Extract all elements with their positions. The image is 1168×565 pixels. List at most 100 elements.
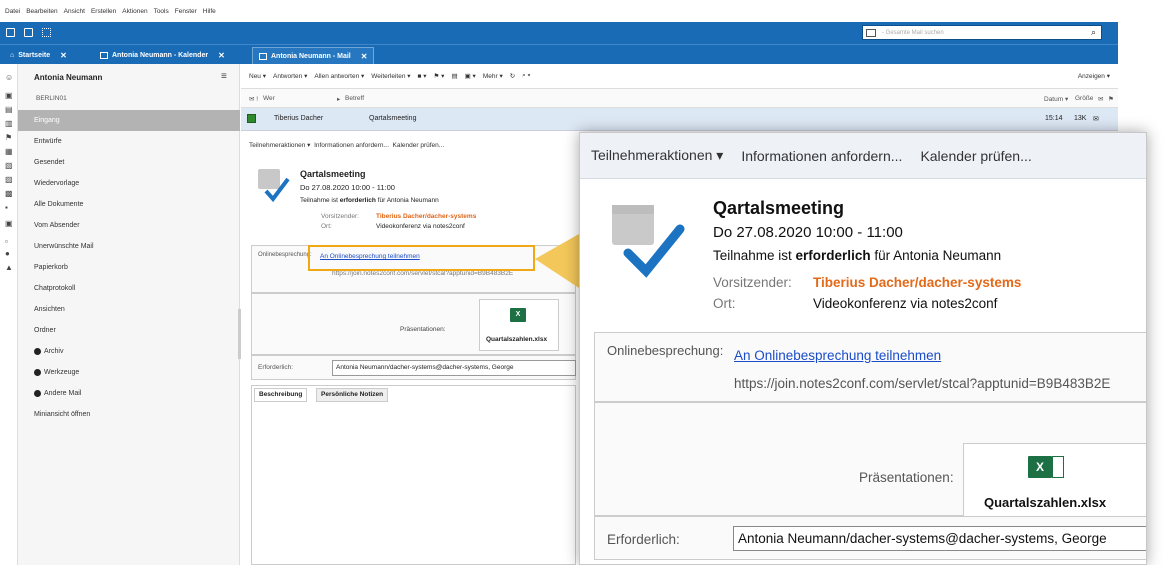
sort-icon: ▸ xyxy=(337,96,341,103)
check-calendar-button[interactable]: Kalender prüfen... xyxy=(920,148,1031,164)
callout-actions: Teilnehmeraktionen ▾ Informationen anfor… xyxy=(580,133,1146,179)
trash-icon[interactable]: ▤ xyxy=(451,72,457,80)
sidebar-item-gesendet[interactable]: Gesendet xyxy=(18,152,240,173)
mail-size: 13K xyxy=(1074,115,1087,122)
sidebar-item-ansichten[interactable]: Ansichten xyxy=(18,299,240,320)
user-icon[interactable]: ☺ xyxy=(5,74,13,82)
mail-icon[interactable] xyxy=(6,28,15,37)
sidebar-item-label: Werkzeuge xyxy=(44,369,80,376)
chair-value: Tiberius Dacher/dacher-systems xyxy=(376,213,477,220)
menu-erstellen[interactable]: Erstellen xyxy=(91,8,116,15)
refresh-icon[interactable]: ↻ xyxy=(510,72,515,80)
view-button[interactable]: Anzeigen ▾ xyxy=(1078,72,1110,80)
column-datum[interactable]: Datum ▾ xyxy=(1044,95,1068,103)
attachment-file[interactable]: X Quartalszahlen.xlsx xyxy=(479,299,559,351)
menu-datei[interactable]: Datei xyxy=(5,8,20,15)
sidebar-item-label: Unerwünschte Mail xyxy=(34,243,94,250)
tab-kalender[interactable]: Antonia Neumann - Kalender ✕ xyxy=(94,47,231,64)
menu-fenster[interactable]: Fenster xyxy=(175,8,197,15)
participant-actions-button[interactable]: Teilnehmeraktionen ▾ xyxy=(249,142,310,149)
chat-icon[interactable]: ▪ xyxy=(5,204,13,212)
reply-button[interactable]: Antworten ▾ xyxy=(273,72,307,80)
close-icon[interactable]: ✕ xyxy=(60,51,67,60)
sidebar-item-wiedervorlage[interactable]: Wiedervorlage xyxy=(18,173,240,194)
sidebar-item-werkzeuge[interactable]: Werkzeuge xyxy=(18,362,240,383)
sidebar-item-label: Miniansicht öffnen xyxy=(34,411,91,418)
required-field[interactable]: Antonia Neumann/dacher-systems@dacher-sy… xyxy=(332,360,576,376)
reply-all-button[interactable]: Allen antworten ▾ xyxy=(314,72,364,80)
preview-actions: Teilnehmeraktionen ▾ Informationen anfor… xyxy=(249,141,444,149)
sidebar-item-ordner[interactable]: Ordner xyxy=(18,320,240,341)
chair-label: Vorsitzender: xyxy=(321,213,359,220)
trash-icon[interactable]: ▩ xyxy=(5,190,13,198)
tab-startseite[interactable]: ⌂ Startseite ✕ xyxy=(4,47,73,64)
close-icon[interactable]: ✕ xyxy=(361,52,368,61)
menu-icon[interactable]: ≡ xyxy=(221,71,227,82)
views-icon[interactable]: ▣ xyxy=(5,220,13,228)
junk-icon[interactable]: ▨ xyxy=(5,176,13,184)
sidebar-item-label: Chatprotokoll xyxy=(34,285,76,292)
place-label: Ort: xyxy=(321,223,332,230)
mail-toolbar: Neu ▾ Antworten ▾ Allen antworten ▾ Weit… xyxy=(241,64,1118,88)
apps-grid-icon[interactable] xyxy=(42,28,51,37)
more-button[interactable]: Mehr ▾ xyxy=(483,72,503,80)
search-box[interactable]: - Gesamte Mail suchen ⌕ xyxy=(862,25,1102,40)
flag-icon[interactable]: ⚑ ▾ xyxy=(434,72,445,80)
search-icon[interactable]: ⌕ xyxy=(1091,27,1096,38)
unread-col-icon[interactable]: ✉ ! xyxy=(249,95,258,103)
archive-icon[interactable]: ● xyxy=(5,250,13,258)
sidebar-item-label: Eingang xyxy=(34,117,60,124)
menu-ansicht[interactable]: Ansicht xyxy=(64,8,85,15)
home-icon: ⌂ xyxy=(10,52,15,59)
menu-tools[interactable]: Tools xyxy=(154,8,169,15)
sidebar-item-unerwuenscht[interactable]: Unerwünschte Mail xyxy=(18,236,240,257)
sidebar-item-vom-absender[interactable]: Vom Absender xyxy=(18,215,240,236)
calendar-icon[interactable]: ▣ ▾ xyxy=(465,72,476,80)
sidebar-item-eingang[interactable]: Eingang xyxy=(18,110,240,131)
sent-icon[interactable]: ▥ xyxy=(5,120,13,128)
top-toolbar: - Gesamte Mail suchen ⌕ xyxy=(0,22,1118,44)
folder-move-icon[interactable]: ■ ▾ xyxy=(418,72,427,80)
menu-bearbeiten[interactable]: Bearbeiten xyxy=(26,8,57,15)
column-groesse[interactable]: Größe xyxy=(1075,95,1093,102)
tab-beschreibung[interactable]: Beschreibung xyxy=(254,388,308,402)
sidebar-item-alle-dokumente[interactable]: Alle Dokumente xyxy=(18,194,240,215)
followup-icon[interactable]: ⚑ xyxy=(5,134,13,142)
request-info-button[interactable]: Informationen anfordern... xyxy=(314,142,389,149)
sender-icon[interactable]: ▧ xyxy=(5,162,13,170)
join-online-link[interactable]: An Onlinebesprechung teilnehmen xyxy=(734,348,941,363)
sidebar-item-miniansicht[interactable]: Miniansicht öffnen xyxy=(18,404,240,425)
table-row[interactable]: Tiberius Dacher Qartalsmeeting 15:14 13K… xyxy=(241,108,1118,131)
column-betreff[interactable]: Betreff xyxy=(345,95,364,102)
menu-hilfe[interactable]: Hilfe xyxy=(203,8,216,15)
search-scope-icon[interactable] xyxy=(866,28,876,37)
attachment-file[interactable]: X Quartalszahlen.xlsx xyxy=(963,443,1146,517)
participant-actions-button[interactable]: Teilnehmeraktionen ▾ xyxy=(591,147,723,164)
mail-from: Tiberius Dacher xyxy=(274,115,324,122)
close-icon[interactable]: ✕ xyxy=(218,51,225,60)
request-info-button[interactable]: Informationen anfordern... xyxy=(741,148,902,164)
folder-icon[interactable]: ▫ xyxy=(5,238,13,246)
required-field[interactable]: Antonia Neumann/dacher-systems@dacher-sy… xyxy=(733,526,1146,551)
sidebar-item-papierkorb[interactable]: Papierkorb xyxy=(18,257,240,278)
check-calendar-button[interactable]: Kalender prüfen... xyxy=(393,142,445,149)
tools-icon[interactable]: ▲ xyxy=(5,264,13,272)
inbox-icon[interactable]: ▣ xyxy=(5,92,13,100)
sidebar-item-archiv[interactable]: Archiv xyxy=(18,341,240,362)
search-icon[interactable]: ⌕ ▾ xyxy=(522,72,530,80)
tab-notizen[interactable]: Persönliche Notizen xyxy=(316,388,389,402)
all-docs-icon[interactable]: ▦ xyxy=(5,148,13,156)
sidebar-item-andere-mail[interactable]: Andere Mail xyxy=(18,383,240,404)
column-wer[interactable]: Wer xyxy=(263,95,275,102)
drafts-icon[interactable]: ▤ xyxy=(5,106,13,114)
calendar-icon[interactable] xyxy=(24,28,33,37)
new-button[interactable]: Neu ▾ xyxy=(249,72,266,80)
place-value: Videokonferenz via notes2conf xyxy=(813,296,998,311)
sidebar-item-chatprotokoll[interactable]: Chatprotokoll xyxy=(18,278,240,299)
tab-mail[interactable]: Antonia Neumann - Mail ✕ xyxy=(252,47,375,64)
sidebar-item-entwuerfe[interactable]: Entwürfe xyxy=(18,131,240,152)
forward-button[interactable]: Weiterleiten ▾ xyxy=(371,72,410,80)
menu-aktionen[interactable]: Aktionen xyxy=(122,8,147,15)
server-name: BERLIN01 xyxy=(36,95,67,102)
place-value: Videokonferenz via notes2conf xyxy=(376,223,465,230)
